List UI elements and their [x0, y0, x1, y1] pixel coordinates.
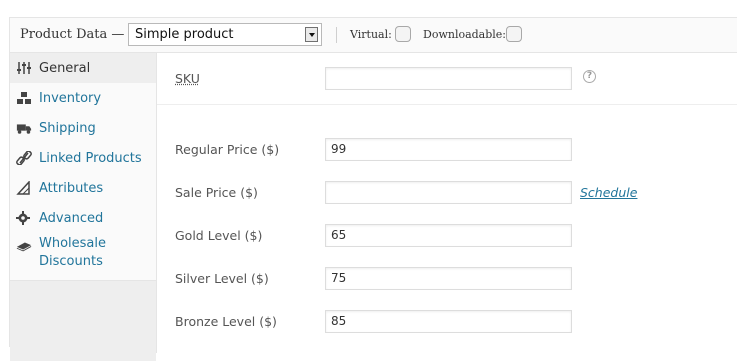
tab-linked-products[interactable]: Linked Products: [10, 143, 156, 173]
sku-label: SKU: [175, 71, 200, 86]
bronze-level-value: 85: [331, 314, 347, 328]
boxes-icon: [17, 92, 31, 104]
help-icon[interactable]: ?: [583, 70, 596, 83]
tab-advanced-label: Advanced: [39, 211, 104, 226]
truck-icon: [16, 124, 32, 134]
sku-input[interactable]: [325, 67, 572, 90]
ruler-triangle-icon: [16, 181, 30, 195]
tab-inventory[interactable]: Inventory: [10, 83, 156, 113]
section-divider: [157, 104, 737, 105]
silver-level-value: 75: [331, 271, 347, 285]
chevron-down-icon[interactable]: [305, 27, 318, 42]
downloadable-checkbox[interactable]: [506, 26, 522, 42]
product-data-header: Product Data — Simple product Virtual: D…: [10, 18, 737, 53]
panel-title: Product Data —: [20, 27, 125, 42]
tab-wholesale-line1: Wholesale: [39, 236, 107, 251]
money-icon: [16, 242, 32, 252]
tab-attributes[interactable]: Attributes: [10, 173, 156, 203]
tab-wholesale-discounts[interactable]: Wholesale Discounts: [10, 233, 156, 281]
silver-level-input[interactable]: 75: [325, 267, 572, 290]
general-tab-content: SKU ? Regular Price ($) 99 Sale Price ($…: [157, 53, 737, 353]
tab-attributes-label: Attributes: [39, 181, 104, 196]
sale-price-label: Sale Price ($): [175, 185, 258, 200]
virtual-label: Virtual:: [350, 28, 392, 41]
regular-price-input[interactable]: 99: [325, 138, 572, 161]
sidebar-empty-area: [10, 281, 156, 361]
tab-linked-products-label: Linked Products: [39, 151, 142, 166]
tab-shipping-label: Shipping: [39, 121, 96, 136]
sliders-icon: [17, 62, 31, 74]
sale-price-input[interactable]: [325, 181, 572, 204]
link-icon: [16, 151, 32, 165]
tab-general-label: General: [39, 61, 91, 76]
tab-wholesale-line2: Discounts: [39, 254, 103, 269]
gear-icon: [16, 211, 30, 225]
tab-shipping[interactable]: Shipping: [10, 113, 156, 143]
silver-level-label: Silver Level ($): [175, 271, 269, 286]
product-data-panel: Product Data — Simple product Virtual: D…: [9, 17, 737, 361]
product-data-tabs: General Inventory Shipping Linked Produc…: [10, 53, 157, 361]
virtual-checkbox[interactable]: [395, 26, 411, 42]
tab-wholesale-discounts-label: Wholesale Discounts: [39, 235, 106, 271]
gold-level-input[interactable]: 65: [325, 224, 572, 247]
bronze-level-label: Bronze Level ($): [175, 314, 277, 329]
product-type-value: Simple product: [135, 27, 234, 42]
downloadable-label: Downloadable:: [423, 28, 507, 41]
schedule-link[interactable]: Schedule: [580, 185, 637, 200]
tab-advanced[interactable]: Advanced: [10, 203, 156, 233]
gold-level-label: Gold Level ($): [175, 228, 263, 243]
tab-inventory-label: Inventory: [39, 91, 102, 106]
regular-price-value: 99: [331, 142, 347, 156]
regular-price-label: Regular Price ($): [175, 142, 280, 157]
product-type-select[interactable]: Simple product: [128, 23, 322, 46]
gold-level-value: 65: [331, 228, 347, 242]
tab-general[interactable]: General: [10, 53, 156, 83]
header-divider: [336, 27, 337, 43]
